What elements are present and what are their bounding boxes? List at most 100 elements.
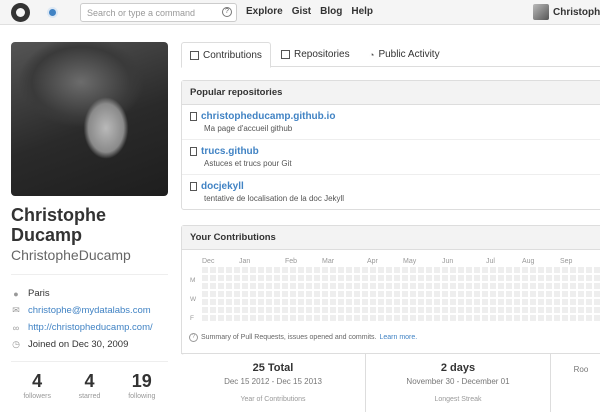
calendar-day[interactable] — [226, 283, 232, 289]
calendar-day[interactable] — [450, 299, 456, 305]
calendar-day[interactable] — [450, 275, 456, 281]
calendar-day[interactable] — [458, 275, 464, 281]
calendar-day[interactable] — [546, 275, 552, 281]
calendar-day[interactable] — [250, 275, 256, 281]
calendar-day[interactable] — [506, 267, 512, 273]
calendar-day[interactable] — [234, 291, 240, 297]
calendar-day[interactable] — [242, 299, 248, 305]
calendar-day[interactable] — [410, 299, 416, 305]
calendar-day[interactable] — [554, 315, 560, 321]
calendar-day[interactable] — [434, 299, 440, 305]
following-stat[interactable]: 19 following — [116, 371, 168, 400]
calendar-day[interactable] — [298, 291, 304, 297]
calendar-day[interactable] — [586, 299, 592, 305]
calendar-day[interactable] — [322, 283, 328, 289]
calendar-day[interactable] — [386, 299, 392, 305]
calendar-day[interactable] — [202, 283, 208, 289]
calendar-day[interactable] — [322, 291, 328, 297]
calendar-day[interactable] — [458, 307, 464, 313]
nav-help[interactable]: Help — [351, 6, 373, 17]
calendar-day[interactable] — [426, 275, 432, 281]
calendar-day[interactable] — [218, 299, 224, 305]
calendar-day[interactable] — [450, 315, 456, 321]
calendar-day[interactable] — [426, 307, 432, 313]
calendar-day[interactable] — [202, 291, 208, 297]
calendar-day[interactable] — [490, 283, 496, 289]
calendar-day[interactable] — [570, 315, 576, 321]
calendar-day[interactable] — [530, 267, 536, 273]
calendar-day[interactable] — [474, 283, 480, 289]
calendar-day[interactable] — [266, 275, 272, 281]
calendar-day[interactable] — [466, 307, 472, 313]
calendar-day[interactable] — [250, 283, 256, 289]
calendar-day[interactable] — [298, 307, 304, 313]
calendar-day[interactable] — [562, 291, 568, 297]
calendar-day[interactable] — [402, 283, 408, 289]
user-avatar[interactable] — [533, 4, 549, 20]
calendar-day[interactable] — [434, 315, 440, 321]
calendar-day[interactable] — [554, 283, 560, 289]
calendar-day[interactable] — [338, 267, 344, 273]
calendar-day[interactable] — [506, 275, 512, 281]
calendar-day[interactable] — [330, 299, 336, 305]
calendar-day[interactable] — [554, 267, 560, 273]
calendar-day[interactable] — [290, 315, 296, 321]
calendar-day[interactable] — [218, 307, 224, 313]
calendar-day[interactable] — [522, 283, 528, 289]
calendar-day[interactable] — [506, 315, 512, 321]
calendar-day[interactable] — [482, 315, 488, 321]
calendar-day[interactable] — [202, 307, 208, 313]
email-link[interactable]: christophe@mydatalabs.com — [28, 305, 151, 316]
calendar-day[interactable] — [458, 283, 464, 289]
calendar-day[interactable] — [458, 291, 464, 297]
calendar-day[interactable] — [426, 299, 432, 305]
calendar-day[interactable] — [570, 275, 576, 281]
calendar-day[interactable] — [370, 267, 376, 273]
calendar-day[interactable] — [506, 283, 512, 289]
calendar-day[interactable] — [218, 315, 224, 321]
calendar-day[interactable] — [514, 307, 520, 313]
search-input[interactable] — [81, 4, 211, 21]
calendar-day[interactable] — [330, 275, 336, 281]
followers-stat[interactable]: 4 followers — [11, 371, 63, 400]
calendar-day[interactable] — [266, 307, 272, 313]
repo-link[interactable]: christopheducamp.github.io — [201, 111, 335, 122]
calendar-day[interactable] — [258, 283, 264, 289]
calendar-day[interactable] — [234, 299, 240, 305]
calendar-day[interactable] — [546, 315, 552, 321]
calendar-day[interactable] — [498, 291, 504, 297]
calendar-day[interactable] — [434, 275, 440, 281]
calendar-day[interactable] — [418, 283, 424, 289]
calendar-day[interactable] — [562, 299, 568, 305]
calendar-day[interactable] — [578, 275, 584, 281]
calendar-day[interactable] — [362, 275, 368, 281]
calendar-day[interactable] — [226, 291, 232, 297]
calendar-day[interactable] — [394, 307, 400, 313]
calendar-day[interactable] — [234, 315, 240, 321]
calendar-day[interactable] — [522, 315, 528, 321]
calendar-day[interactable] — [482, 267, 488, 273]
calendar-day[interactable] — [474, 315, 480, 321]
website-link[interactable]: http://christopheducamp.com/ — [28, 322, 153, 333]
calendar-day[interactable] — [506, 299, 512, 305]
calendar-day[interactable] — [274, 283, 280, 289]
calendar-day[interactable] — [386, 291, 392, 297]
calendar-day[interactable] — [362, 283, 368, 289]
calendar-day[interactable] — [362, 299, 368, 305]
calendar-day[interactable] — [394, 275, 400, 281]
calendar-day[interactable] — [594, 315, 600, 321]
calendar-day[interactable] — [498, 307, 504, 313]
calendar-day[interactable] — [338, 299, 344, 305]
calendar-day[interactable] — [226, 275, 232, 281]
repo-link[interactable]: trucs.github — [201, 146, 259, 157]
calendar-day[interactable] — [586, 291, 592, 297]
calendar-day[interactable] — [594, 283, 600, 289]
calendar-day[interactable] — [250, 299, 256, 305]
calendar-day[interactable] — [474, 275, 480, 281]
calendar-day[interactable] — [290, 291, 296, 297]
calendar-day[interactable] — [250, 267, 256, 273]
calendar-day[interactable] — [346, 283, 352, 289]
calendar-day[interactable] — [466, 283, 472, 289]
calendar-day[interactable] — [274, 267, 280, 273]
calendar-day[interactable] — [234, 307, 240, 313]
